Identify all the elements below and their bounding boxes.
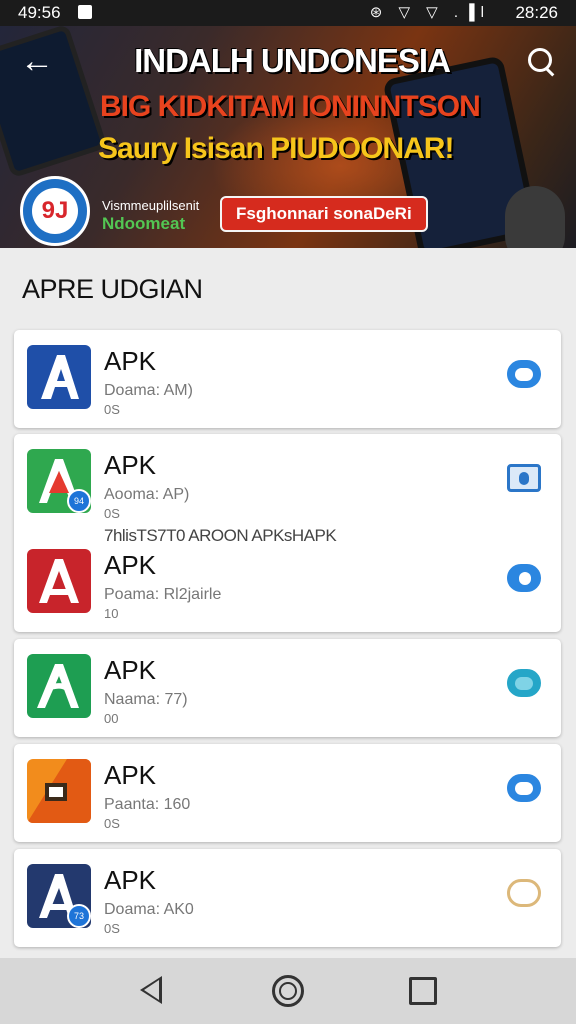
banner-subheadline: Saury Isisan PIUDOONAR!: [98, 132, 454, 165]
app-name: APK: [104, 346, 157, 376]
app-badge: 73: [67, 904, 91, 928]
app-icon-bg: [27, 345, 91, 409]
banner-title: INDALH UNDONESIA: [134, 42, 451, 79]
app-badge: 94: [67, 489, 91, 513]
app-name: APK: [104, 450, 157, 480]
app-meta: 0S: [104, 506, 120, 521]
app-detail: Doama: AM): [104, 382, 193, 399]
app-detail: Paanta: 160: [104, 796, 191, 813]
app-detail: Aooma: AP): [104, 486, 190, 503]
app-toggle[interactable]: [507, 564, 541, 592]
app-row[interactable]: APK Poama: Rl2jairle 10: [14, 534, 561, 634]
app-meta: 10: [104, 606, 119, 621]
status-bar: 49:56 ⊛ ▽ ▽ .▐l 28:26: [0, 0, 576, 26]
brand-tagline: Ndoomeat: [102, 214, 186, 233]
section-title: APRE UDGIAN: [22, 274, 203, 304]
app-detail: Poama: Rl2jairle: [104, 586, 222, 603]
search-icon[interactable]: [528, 48, 552, 72]
app-meta: 0S: [104, 921, 120, 936]
nav-home-icon[interactable]: [272, 975, 304, 1007]
app-icon-bg: [27, 549, 91, 613]
app-row[interactable]: APK Doama: AM) 0S: [14, 330, 561, 430]
app-name: APK: [104, 760, 157, 790]
status-icons: ⊛ ▽ ▽ .▐l: [369, 4, 490, 21]
app-icon: [27, 345, 91, 409]
app-row[interactable]: APK Paanta: 160 0S: [14, 744, 561, 844]
app-detail: Naama: 77): [104, 691, 188, 708]
app-name: APK: [104, 655, 157, 685]
app-name: APK: [104, 865, 157, 895]
app-meta: 00: [104, 711, 119, 726]
app-icon: [27, 654, 91, 718]
app-toggle[interactable]: [507, 360, 541, 388]
app-icon: 94: [27, 449, 91, 513]
app-toggle[interactable]: [507, 669, 541, 697]
app-meta: 0S: [104, 402, 120, 417]
app-icon: [27, 759, 91, 823]
navigation-bar: [0, 958, 576, 1024]
app-toggle[interactable]: [507, 464, 541, 492]
app-toggle[interactable]: [507, 879, 541, 907]
banner-mouse: [505, 186, 565, 248]
back-arrow-icon[interactable]: ←: [20, 44, 54, 78]
banner-cta-button[interactable]: Fsghonnari sonaDeRi: [220, 196, 428, 232]
app-row[interactable]: APK Naama: 77) 00: [14, 639, 561, 739]
app-name: APK: [104, 550, 157, 580]
app-toggle[interactable]: [507, 774, 541, 802]
brand-name: Vismmeuplilsenit: [102, 198, 200, 213]
nav-back-icon[interactable]: [140, 976, 162, 1004]
app-row[interactable]: 73 APK Doama: AK0 0S: [14, 849, 561, 949]
banner-headline: BIG KIDKITAM IONINNTSON: [100, 90, 481, 123]
brand-logo: 9J: [20, 176, 90, 246]
app-icon: 73: [27, 864, 91, 928]
status-time-right: 28:26: [515, 3, 558, 22]
app-detail: Doama: AK0: [104, 901, 194, 918]
app-row[interactable]: 94 APK Aooma: AP) 0S: [14, 434, 561, 534]
app-meta: 0S: [104, 816, 120, 831]
nav-recents-icon[interactable]: [409, 977, 437, 1005]
notification-icon: [78, 5, 92, 19]
brand-logo-mark: 9J: [32, 188, 78, 234]
app-icon: [27, 549, 91, 613]
hero-banner[interactable]: ← INDALH UNDONESIA BIG KIDKITAM IONINNTS…: [0, 26, 576, 248]
status-time-left: 49:56: [18, 3, 61, 22]
